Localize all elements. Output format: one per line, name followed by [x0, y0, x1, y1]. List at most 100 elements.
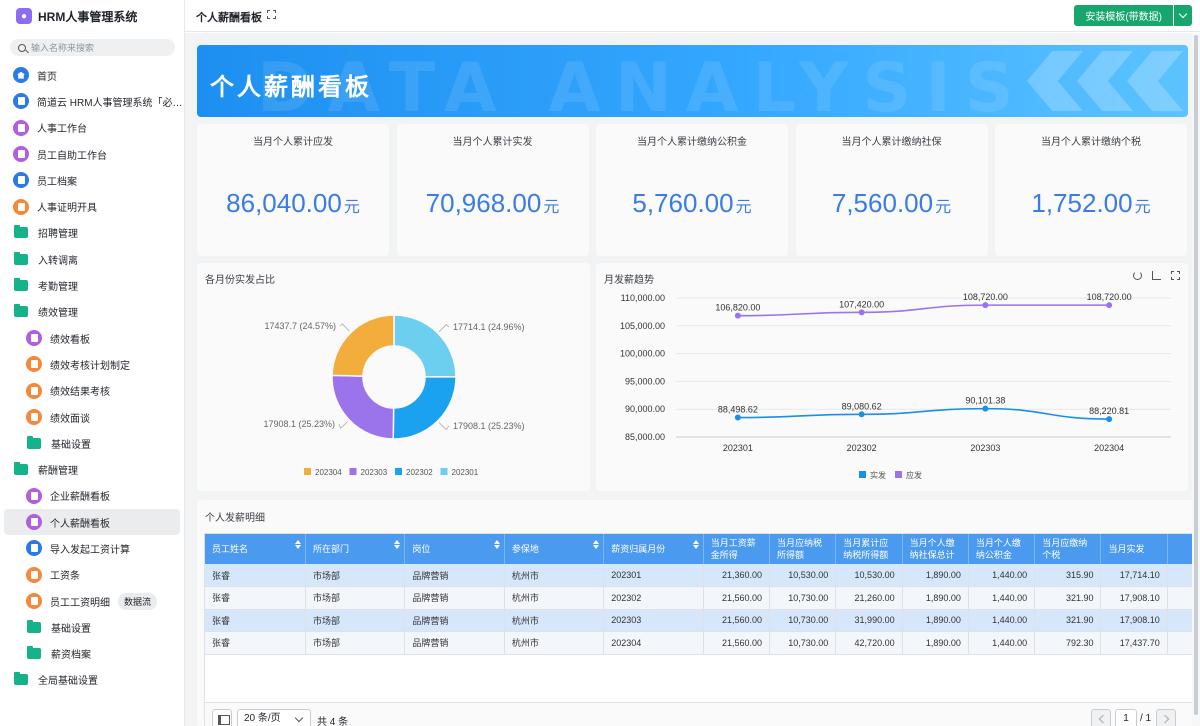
- kpi-number: 7,560.00: [831, 188, 934, 218]
- sidebar-item[interactable]: 基础设置: [0, 614, 184, 640]
- table-row[interactable]: 张睿 市场部 品牌营销 杭州市 202304 21,560.00 10,730.00 42,7…: [205, 631, 1192, 655]
- column-header[interactable]: 员工姓名: [205, 534, 306, 564]
- sidebar-item[interactable]: 企业薪酬看板: [0, 483, 184, 509]
- sort-icon[interactable]: [493, 540, 500, 549]
- column-header[interactable]: 当月累计应纳税所得额: [835, 534, 903, 564]
- legend-label[interactable]: 202302: [406, 468, 433, 477]
- column-header[interactable]: 当月工资薪金所得: [703, 534, 771, 564]
- sidebar-item[interactable]: 薪酬管理: [0, 456, 184, 482]
- column-settings-icon[interactable]: [212, 709, 232, 726]
- fullscreen-icon[interactable]: [267, 10, 276, 19]
- install-template-label[interactable]: 安装模板(带数据): [1074, 5, 1173, 26]
- table-cell: 21,260.00: [835, 586, 903, 610]
- sidebar-item[interactable]: 绩效结果考核: [0, 378, 184, 404]
- sidebar-item[interactable]: 员工档案: [0, 167, 184, 193]
- sidebar-item[interactable]: 绩效管理: [0, 299, 184, 325]
- chevron-down-icon[interactable]: [1173, 5, 1192, 26]
- sidebar-item[interactable]: 绩效看板: [0, 325, 184, 351]
- data-point[interactable]: [1106, 302, 1113, 309]
- sidebar-item[interactable]: 考勤管理: [0, 272, 184, 298]
- search-placeholder: 输入名称来搜索: [31, 43, 95, 53]
- sidebar-item[interactable]: 绩效面谈: [0, 404, 184, 430]
- column-header[interactable]: 所在部门: [305, 534, 406, 564]
- legend-label[interactable]: 202304: [315, 468, 342, 477]
- kpi-number: 1,752.00: [1031, 188, 1133, 218]
- sidebar: ● HRM人事管理系统 输入名称来搜索 首页 简道云 HRM人事管理系统「必… 人事…: [0, 0, 185, 726]
- prev-page-button[interactable]: [1091, 709, 1111, 726]
- legend-label[interactable]: 202301: [452, 468, 479, 477]
- column-header[interactable]: 当月应纳税所得额: [769, 534, 837, 564]
- page-size-select[interactable]: 20 条/页: [237, 709, 311, 726]
- icon-glyph: [17, 176, 25, 185]
- sidebar-item[interactable]: 绩效考核计划制定: [0, 351, 184, 377]
- column-header[interactable]: 薪资归属月份: [603, 534, 704, 564]
- sort-icon[interactable]: [593, 540, 600, 549]
- legend-swatch: [440, 468, 448, 475]
- sidebar-item[interactable]: 人事工作台: [0, 115, 184, 141]
- legend-label[interactable]: 实发: [870, 470, 886, 480]
- sidebar-item-label: 薪资档案: [51, 650, 91, 662]
- chevron-decoration: [1027, 51, 1083, 111]
- sort-icon[interactable]: [294, 540, 301, 549]
- data-point[interactable]: [858, 309, 865, 316]
- sort-icon[interactable]: [692, 540, 699, 549]
- sidebar-item[interactable]: 招聘管理: [0, 220, 184, 246]
- pie-label: 17908.1 (25.23%): [453, 421, 525, 431]
- sidebar-item[interactable]: 全局基础设置: [0, 667, 184, 693]
- sidebar-item[interactable]: 员工工资明细 数据流: [0, 588, 184, 614]
- sidebar-item[interactable]: 员工自助工作台: [0, 141, 184, 167]
- legend-label[interactable]: 应发: [906, 470, 922, 480]
- page-number-input[interactable]: 1: [1115, 709, 1137, 726]
- table-cell: 21,360.00: [703, 564, 771, 587]
- data-point[interactable]: [1106, 416, 1113, 423]
- data-point[interactable]: [734, 414, 741, 421]
- pie-slice[interactable]: [331, 374, 395, 440]
- search-icon: [18, 43, 26, 52]
- sidebar-item[interactable]: 个人薪酬看板: [4, 509, 180, 536]
- scrollbar-thumb[interactable]: [1194, 35, 1198, 715]
- table-row[interactable]: 张睿 市场部 品牌营销 杭州市 202302 21,560.00 10,730.00 21,2…: [205, 586, 1192, 610]
- sidebar-item-label: 全局基础设置: [38, 676, 98, 688]
- sidebar-item[interactable]: 人事证明开具: [0, 193, 184, 219]
- column-header-label: 当月个人缴纳社保总计: [909, 538, 955, 560]
- y-tick-label: 100,000.00: [620, 349, 665, 359]
- install-template-button[interactable]: 安装模板(带数据): [1074, 5, 1192, 26]
- sidebar-item[interactable]: 工资条: [0, 562, 184, 588]
- search-input[interactable]: 输入名称来搜索: [10, 39, 175, 56]
- doc-icon: [26, 356, 42, 373]
- column-header[interactable]: 当月个人缴纳社保总计: [902, 534, 969, 564]
- sort-icon[interactable]: [394, 540, 401, 549]
- column-header[interactable]: 当月实发: [1100, 534, 1168, 564]
- next-page-button[interactable]: [1156, 709, 1176, 726]
- table-cell: 市场部: [305, 609, 406, 632]
- donut-chart: 17714.1 (24.96%) 17908.1 (25.23%) 17908.1 …: [263, 314, 525, 477]
- banner-title: 个人薪酬看板: [210, 74, 372, 101]
- table-row[interactable]: 张睿 市场部 品牌营销 杭州市 202301 21,360.00 10,530.00 10,5…: [205, 564, 1192, 587]
- table-cell: 张睿: [205, 586, 306, 610]
- column-header[interactable]: 岗位: [404, 534, 505, 564]
- column-header[interactable]: 参保地: [504, 534, 605, 564]
- column-header[interactable]: 当月个人缴纳公积金: [968, 534, 1036, 564]
- sidebar-item[interactable]: 导入发起工资计算: [0, 535, 184, 561]
- sidebar-item[interactable]: 简道云 HRM人事管理系统「必…: [0, 88, 184, 114]
- pie-slice[interactable]: [393, 314, 457, 378]
- data-point[interactable]: [982, 405, 989, 412]
- sidebar-item[interactable]: 基础设置: [0, 430, 184, 456]
- sidebar-item[interactable]: 薪资档案: [0, 641, 184, 667]
- data-point[interactable]: [734, 312, 741, 319]
- table-cell: 17,714.10: [1100, 564, 1168, 587]
- chevron-decoration: [1127, 51, 1183, 111]
- main-scrollbar[interactable]: [1192, 33, 1200, 726]
- data-point[interactable]: [858, 411, 865, 418]
- pie-slice[interactable]: [331, 314, 395, 377]
- pie-slice[interactable]: [392, 376, 457, 440]
- column-header[interactable]: 当月应缴纳个税: [1034, 534, 1102, 564]
- sidebar-item[interactable]: 入转调离: [0, 246, 184, 272]
- sidebar-item[interactable]: 首页: [0, 62, 184, 88]
- column-header-spacer: [1167, 534, 1192, 564]
- sidebar-item-label: 绩效管理: [38, 308, 78, 320]
- table-row[interactable]: 张睿 市场部 品牌营销 杭州市 202303 21,560.00 10,730.00 31,9…: [205, 609, 1192, 632]
- data-point[interactable]: [982, 302, 989, 309]
- legend-label[interactable]: 202303: [361, 468, 388, 477]
- sidebar-item-label: 人事工作台: [37, 124, 87, 136]
